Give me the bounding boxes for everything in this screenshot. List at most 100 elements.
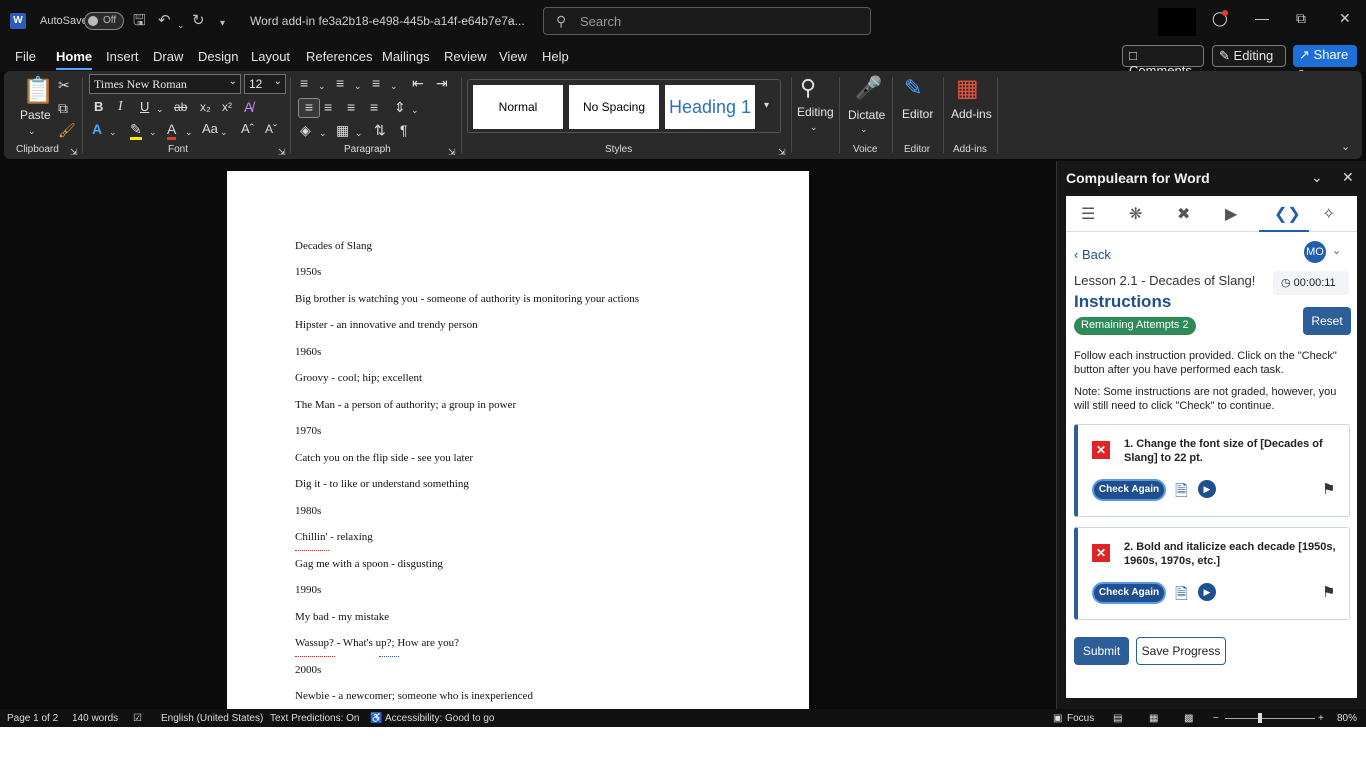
- clear-formatting-icon[interactable]: A̸: [244, 99, 253, 115]
- styles-launcher-icon[interactable]: ⇲: [778, 144, 786, 160]
- minimize-icon[interactable]: —: [1255, 10, 1269, 26]
- borders-icon[interactable]: ▦: [336, 122, 349, 138]
- magic-wand-icon[interactable]: ✧: [1322, 204, 1335, 224]
- bullets-dropdown-icon[interactable]: ⌄: [318, 78, 326, 94]
- flag-icon[interactable]: ⚑: [1322, 583, 1335, 601]
- underline-dropdown-icon[interactable]: ⌄: [156, 101, 164, 117]
- italic-icon[interactable]: I: [118, 99, 123, 115]
- copy-icon[interactable]: ⧉: [58, 100, 68, 116]
- borders-dropdown-icon[interactable]: ⌄: [355, 125, 363, 141]
- font-launcher-icon[interactable]: ⇲: [278, 144, 286, 160]
- close-icon[interactable]: ✕: [1339, 10, 1351, 27]
- document-page[interactable]: Decades of Slang 1950s Big brother is wa…: [227, 171, 809, 709]
- tab-insert[interactable]: Insert: [106, 49, 139, 64]
- underline-icon[interactable]: U: [140, 99, 149, 115]
- align-center-icon[interactable]: ≡: [324, 99, 332, 115]
- sort-icon[interactable]: ⇅: [374, 122, 386, 138]
- font-name-select[interactable]: Times New Roman ⌄: [89, 74, 241, 94]
- doc-paragraph[interactable]: Catch you on the flip side - see you lat…: [295, 452, 473, 464]
- show-formatting-icon[interactable]: ¶: [400, 122, 408, 138]
- numbering-dropdown-icon[interactable]: ⌄: [354, 78, 362, 94]
- text-effects-icon[interactable]: A: [92, 121, 102, 137]
- tab-help[interactable]: Help: [542, 49, 569, 64]
- document-area[interactable]: Decades of Slang 1950s Big brother is wa…: [0, 161, 1054, 709]
- line-spacing-dropdown-icon[interactable]: ⌄: [411, 102, 419, 118]
- pane-close-icon[interactable]: ✕: [1342, 169, 1354, 186]
- doc-paragraph[interactable]: 1990s: [295, 584, 321, 596]
- doc-paragraph[interactable]: 1950s: [295, 266, 321, 278]
- chevron-down-icon[interactable]: ⌄: [505, 12, 515, 26]
- style-no-spacing[interactable]: No Spacing: [569, 85, 659, 129]
- editing-dropdown-icon[interactable]: ⌄: [810, 119, 818, 135]
- doc-paragraph[interactable]: Chillin' - relaxing: [295, 531, 373, 543]
- editor-button[interactable]: Editor: [902, 107, 933, 121]
- doc-paragraph[interactable]: Decades of Slang: [295, 240, 372, 252]
- code-icon[interactable]: ❮❯: [1274, 204, 1301, 224]
- font-size-select[interactable]: 12 ⌄: [244, 74, 286, 94]
- editing-mode-button[interactable]: ✎ Editing ▾: [1212, 45, 1286, 78]
- doc-paragraph[interactable]: 1960s: [295, 346, 321, 358]
- collapse-ribbon-icon[interactable]: ⌄: [1341, 139, 1350, 155]
- doc-paragraph[interactable]: My bad - my mistake: [295, 611, 389, 623]
- zoom-slider-track[interactable]: [1225, 718, 1315, 719]
- back-link[interactable]: ‹ Back: [1074, 247, 1111, 262]
- text-effects-dropdown-icon[interactable]: ⌄: [109, 124, 117, 140]
- tab-review[interactable]: Review: [444, 49, 487, 64]
- zoom-in-icon[interactable]: +: [1318, 713, 1324, 724]
- tools-icon[interactable]: ✖: [1177, 204, 1190, 224]
- paste-label[interactable]: Paste: [20, 108, 51, 122]
- zoom-out-icon[interactable]: −: [1213, 713, 1219, 724]
- bullets-icon[interactable]: ≡: [300, 75, 308, 91]
- style-normal[interactable]: Normal: [473, 85, 563, 129]
- addins-button[interactable]: Add-ins: [951, 107, 992, 121]
- document-hint-icon[interactable]: 🗎: [1175, 583, 1188, 610]
- increase-indent-icon[interactable]: ⇥: [436, 75, 448, 91]
- numbering-icon[interactable]: ≡: [336, 75, 344, 91]
- tab-file[interactable]: File: [15, 49, 36, 64]
- undo-icon[interactable]: ↶: [158, 12, 171, 30]
- shading-icon[interactable]: ◈: [300, 122, 311, 138]
- save-progress-button[interactable]: Save Progress: [1136, 637, 1226, 665]
- bold-icon[interactable]: B: [94, 99, 103, 115]
- pane-options-icon[interactable]: ⌄: [1311, 169, 1323, 186]
- comments-button[interactable]: □ Comments: [1122, 45, 1204, 78]
- doc-paragraph[interactable]: The Man - a person of authority; a group…: [295, 399, 516, 411]
- multilevel-list-icon[interactable]: ≡: [372, 75, 380, 91]
- highlight-icon[interactable]: ✎: [130, 121, 142, 140]
- doc-paragraph[interactable]: 1980s: [295, 505, 321, 517]
- doc-paragraph[interactable]: Newbie - a newcomer; someone who is inex…: [295, 690, 533, 702]
- font-color-dropdown-icon[interactable]: ⌄: [185, 124, 193, 140]
- play-icon[interactable]: ▶: [1198, 480, 1216, 498]
- save-icon[interactable]: 🖫: [133, 12, 146, 30]
- align-right-icon[interactable]: ≡: [347, 99, 355, 115]
- document-title[interactable]: Word add-in fe3a2b18-e498-445b-a14f-e64b…: [250, 14, 525, 28]
- doc-paragraph[interactable]: Dig it - to like or understand something: [295, 478, 469, 490]
- doc-paragraph[interactable]: Wassup? - What's up?; How are you?: [295, 637, 459, 649]
- web-layout-icon[interactable]: ▩: [1184, 713, 1193, 724]
- user-avatar[interactable]: MO: [1304, 241, 1326, 263]
- line-spacing-icon[interactable]: ⇕: [394, 99, 406, 115]
- accessibility-status[interactable]: Accessibility: Good to go: [385, 713, 495, 724]
- submit-button[interactable]: Submit: [1074, 637, 1129, 665]
- font-color-icon[interactable]: A: [167, 121, 177, 140]
- editing-button[interactable]: Editing: [797, 105, 834, 119]
- highlight-dropdown-icon[interactable]: ⌄: [149, 124, 157, 140]
- restore-icon[interactable]: ⧉: [1296, 10, 1306, 27]
- text-predictions[interactable]: Text Predictions: On: [270, 713, 359, 724]
- zoom-slider-thumb[interactable]: [1258, 713, 1262, 723]
- styles-more-icon[interactable]: ▾: [764, 98, 769, 114]
- paste-dropdown-icon[interactable]: ⌄: [28, 123, 36, 139]
- addins-icon[interactable]: ▦: [956, 75, 979, 103]
- editor-icon[interactable]: ✎: [904, 75, 922, 101]
- search-input[interactable]: ⚲ Search: [543, 7, 871, 35]
- change-case-dropdown-icon[interactable]: ⌄: [220, 124, 228, 140]
- grow-font-icon[interactable]: Aˆ: [241, 121, 254, 137]
- shading-dropdown-icon[interactable]: ⌄: [319, 125, 327, 141]
- paste-icon[interactable]: 📋: [22, 75, 54, 105]
- focus-mode[interactable]: Focus: [1067, 713, 1094, 724]
- zoom-level[interactable]: 80%: [1337, 713, 1357, 724]
- reset-button[interactable]: Reset: [1303, 307, 1351, 335]
- justify-icon[interactable]: ≡: [370, 99, 378, 115]
- share-button[interactable]: ↗ Share ▾: [1293, 45, 1357, 77]
- decrease-indent-icon[interactable]: ⇤: [412, 75, 424, 91]
